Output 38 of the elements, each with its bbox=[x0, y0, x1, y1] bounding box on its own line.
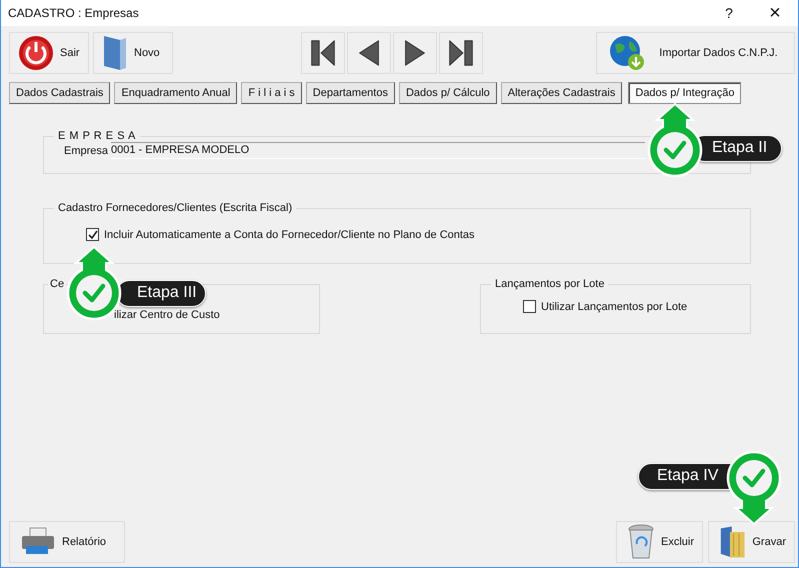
company-field[interactable]: 0001 - EMPRESA MODELO bbox=[111, 142, 645, 159]
checkbox-label: Incluir Automaticamente a Conta do Fornecedor/Cliente no Plano de Contas bbox=[104, 228, 475, 240]
close-button[interactable]: × bbox=[752, 0, 798, 26]
checkbox[interactable] bbox=[523, 300, 536, 313]
next-record-button[interactable] bbox=[393, 32, 437, 74]
tab[interactable]: F i l i a i s bbox=[241, 82, 302, 104]
toolbar-button[interactable]: Novo bbox=[93, 32, 173, 74]
first-record-button[interactable] bbox=[301, 32, 345, 74]
help-button[interactable]: ? bbox=[706, 0, 752, 26]
check-pin-icon bbox=[647, 102, 703, 180]
group-title: Lançamentos por Lote bbox=[494, 278, 606, 290]
footer-button[interactable]: Gravar bbox=[708, 521, 795, 563]
previous-record-button[interactable] bbox=[347, 32, 391, 74]
tab[interactable]: Departamentos bbox=[306, 82, 395, 104]
tab[interactable]: Dados Cadastrais bbox=[9, 82, 110, 104]
power-icon bbox=[18, 35, 54, 71]
field-label: Empresa bbox=[64, 144, 108, 156]
group-title: Cadastro Fornecedores/Clientes (Escrita Fiscal) bbox=[57, 202, 294, 214]
group-title: E M P R E S A bbox=[57, 130, 137, 142]
last-record-button[interactable] bbox=[439, 32, 483, 74]
toolbar-button[interactable]: Sair bbox=[9, 32, 89, 74]
door-icon bbox=[102, 34, 128, 72]
footer-button[interactable]: Relatório bbox=[9, 521, 125, 563]
check-pin-icon bbox=[726, 448, 782, 526]
tab[interactable]: Dados p/ Cálculo bbox=[398, 82, 497, 104]
checkbox-label: Utilizar Lançamentos por Lote bbox=[541, 300, 688, 312]
footer-button[interactable]: Excluir bbox=[616, 521, 703, 563]
import-button[interactable]: Importar Dados C.N.P.J. bbox=[596, 32, 795, 74]
globe-icon bbox=[609, 35, 645, 71]
window-title: CADASTRO : Empresas bbox=[8, 6, 139, 20]
printer-icon bbox=[20, 527, 56, 557]
trash-icon bbox=[627, 524, 655, 560]
tab[interactable]: Alterações Cadastrais bbox=[500, 82, 622, 104]
tab[interactable]: Enquadramento Anual bbox=[114, 82, 238, 104]
tab[interactable]: Dados p/ Integração bbox=[628, 82, 742, 104]
checkbox[interactable] bbox=[86, 228, 99, 241]
group-title: Ce bbox=[49, 278, 66, 290]
checkbox-label: ilizar Centro de Custo bbox=[114, 309, 220, 321]
